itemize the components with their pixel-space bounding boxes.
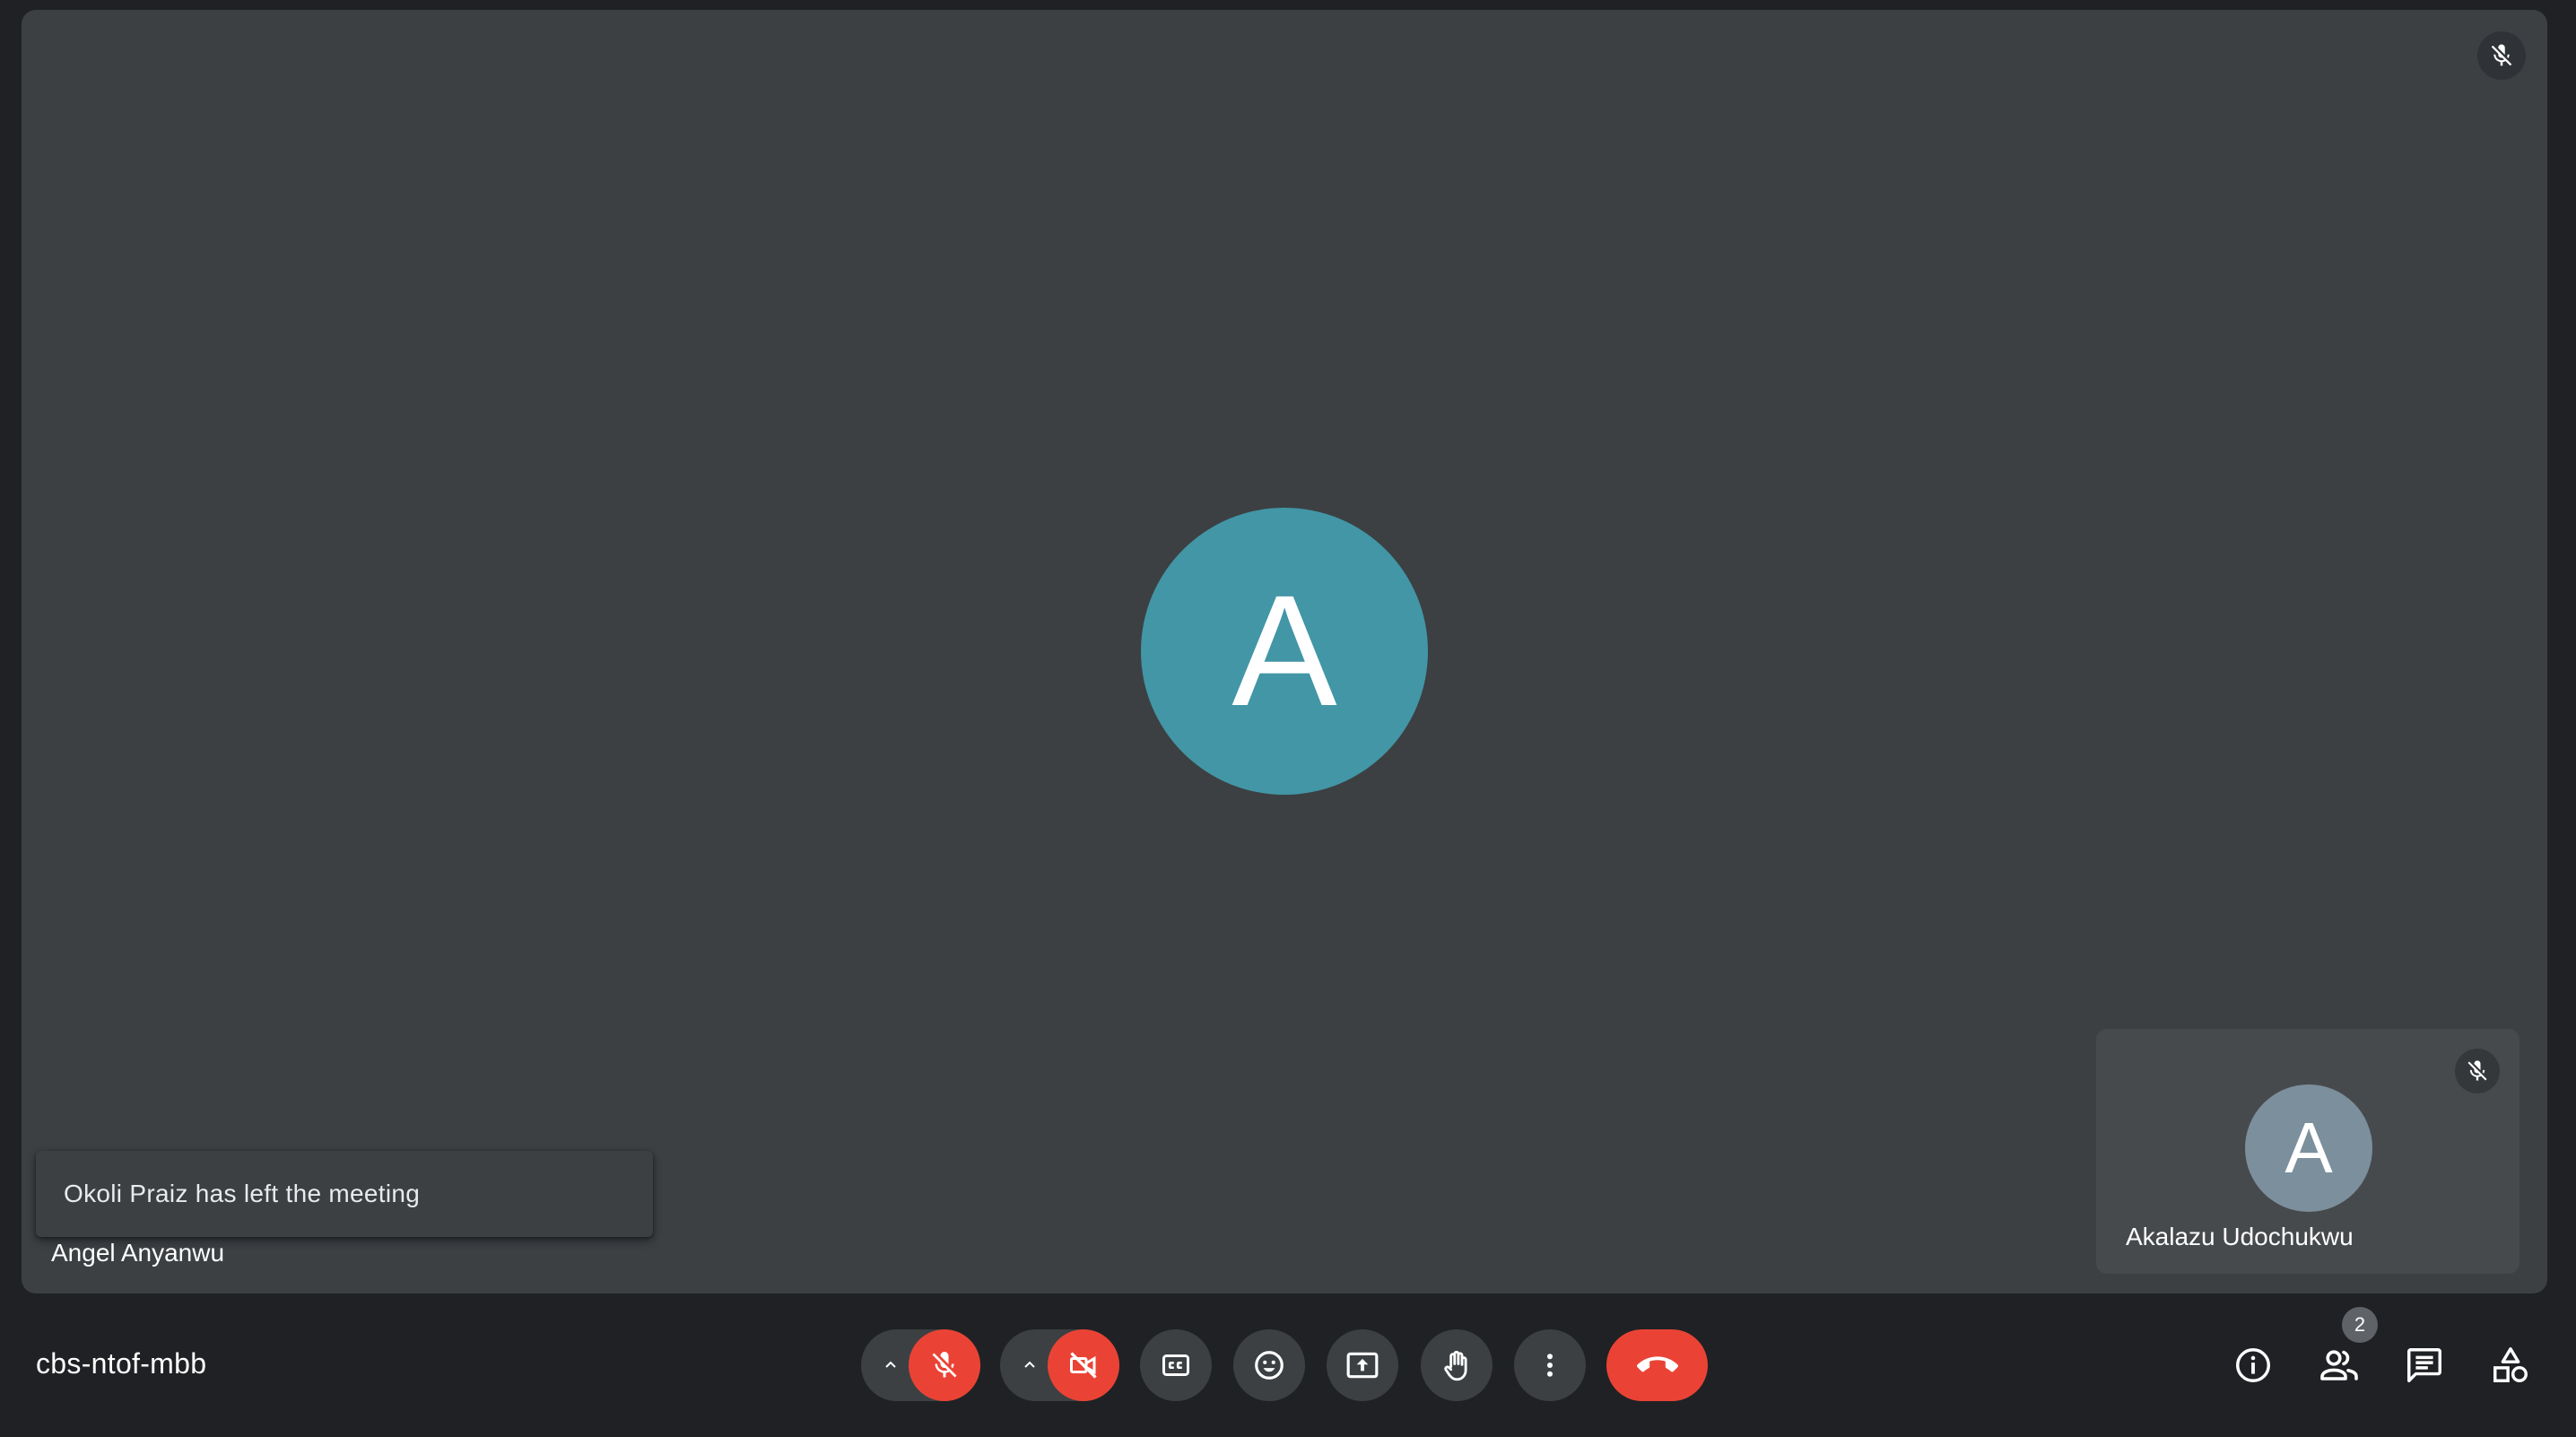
audio-options-button[interactable] — [874, 1329, 908, 1401]
mic-off-icon — [2491, 44, 2512, 66]
self-view-tile[interactable]: A Akalazu Udochukwu — [2096, 1029, 2519, 1274]
main-video-stage: A Okoli Praiz has left the meeting Angel… — [22, 10, 2547, 1293]
chevron-up-icon — [1024, 1361, 1035, 1368]
captions-button[interactable] — [1140, 1329, 1212, 1401]
present-now-button[interactable] — [1327, 1329, 1398, 1401]
people-icon — [2320, 1350, 2358, 1380]
video-options-button[interactable] — [1013, 1329, 1047, 1401]
participant-count-badge: 2 — [2342, 1307, 2378, 1343]
present-screen-icon — [1346, 1352, 1379, 1379]
chevron-up-icon — [885, 1361, 896, 1368]
mic-off-icon — [932, 1352, 957, 1378]
more-options-button[interactable] — [1514, 1329, 1586, 1401]
microphone-control-group — [861, 1329, 980, 1401]
hand-icon — [1444, 1350, 1467, 1381]
activities-shapes-icon — [2493, 1347, 2528, 1382]
main-participant-avatar: A — [1141, 508, 1428, 795]
self-muted-indicator — [2455, 1049, 2500, 1093]
microphone-toggle-button[interactable] — [909, 1329, 980, 1401]
camera-control-group — [1000, 1329, 1119, 1401]
notification-text: Okoli Praiz has left the meeting — [64, 1180, 421, 1207]
info-icon — [2236, 1348, 2270, 1382]
main-participant-muted-indicator — [2477, 31, 2526, 80]
more-vert-icon — [1547, 1354, 1553, 1377]
main-participant-name: Angel Anyanwu — [51, 1239, 225, 1267]
people-button[interactable] — [2314, 1340, 2364, 1390]
videocam-off-icon — [1070, 1352, 1097, 1379]
mic-off-icon — [2467, 1060, 2487, 1081]
meeting-details-button[interactable] — [2228, 1340, 2278, 1390]
meeting-code: cbs-ntof-mbb — [36, 1347, 207, 1380]
camera-toggle-button[interactable] — [1048, 1329, 1119, 1401]
self-avatar: A — [2245, 1084, 2372, 1212]
call-end-icon — [1636, 1356, 1678, 1372]
bottom-control-bar: cbs-ntof-mbb 2 — [0, 1293, 2576, 1437]
participant-left-notification: Okoli Praiz has left the meeting — [36, 1151, 653, 1237]
raise-hand-button[interactable] — [1421, 1329, 1493, 1401]
chat-icon — [2407, 1348, 2441, 1382]
self-name: Akalazu Udochukwu — [2126, 1223, 2354, 1250]
leave-call-button[interactable] — [1606, 1329, 1708, 1401]
closed-captions-icon — [1162, 1354, 1189, 1376]
activities-button[interactable] — [2485, 1340, 2536, 1390]
chat-button[interactable] — [2399, 1340, 2450, 1390]
reactions-button[interactable] — [1233, 1329, 1305, 1401]
emoji-icon — [1255, 1351, 1284, 1380]
